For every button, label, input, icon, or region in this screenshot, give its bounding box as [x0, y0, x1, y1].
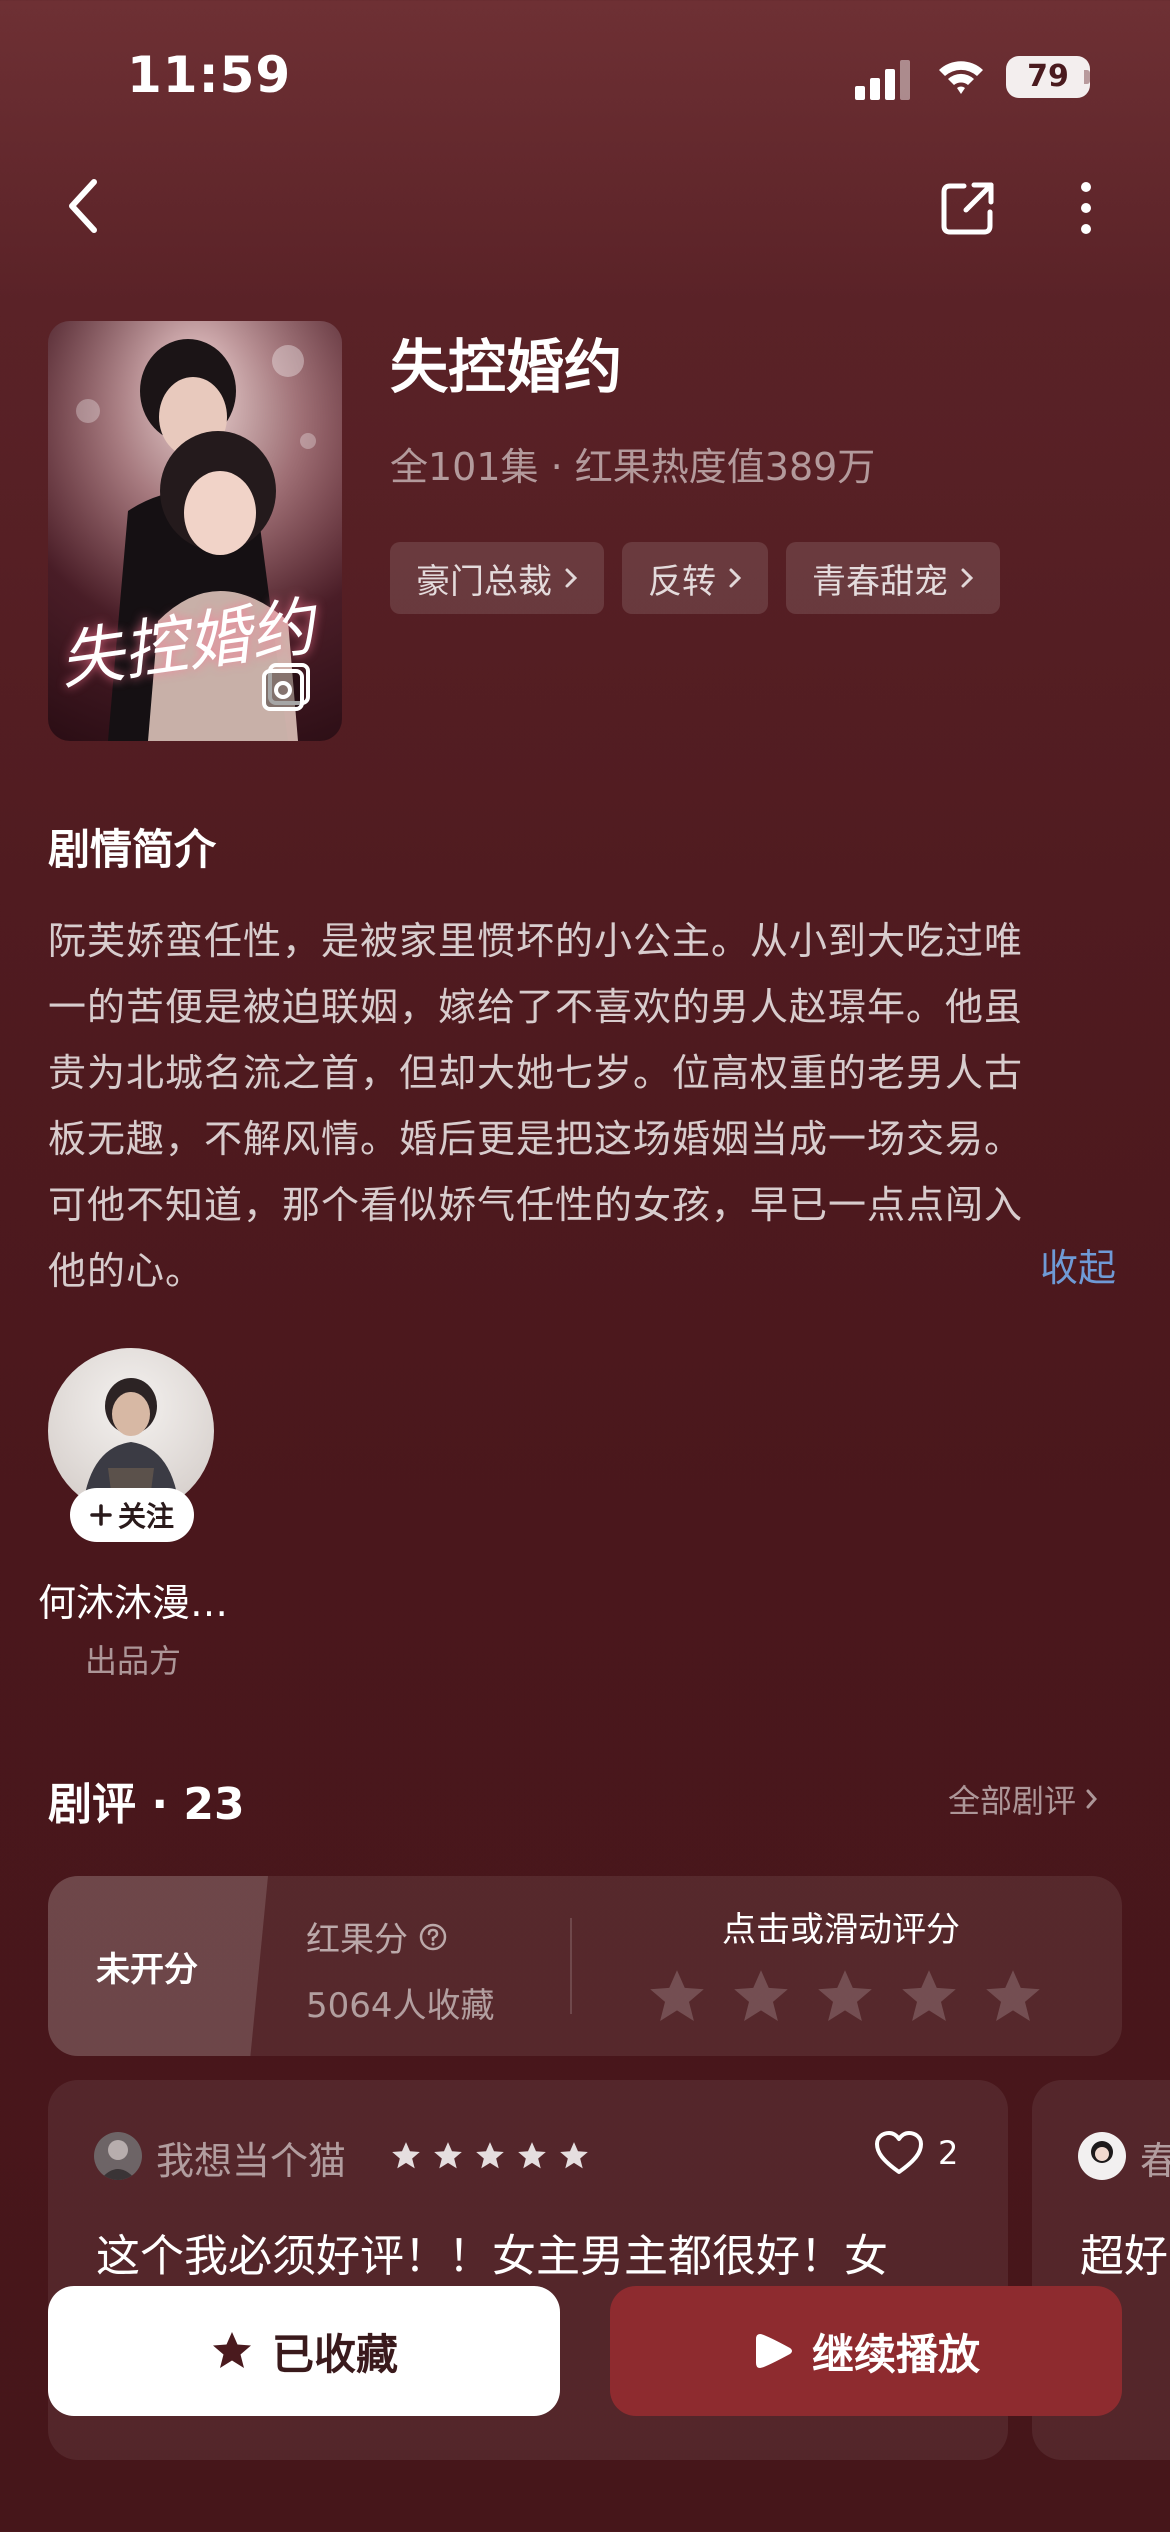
more-options-button[interactable]	[1064, 176, 1108, 240]
reviewer-avatar	[1078, 2132, 1126, 2180]
tag-label: 豪门总裁	[416, 561, 552, 602]
all-reviews-label: 全部剧评	[948, 1782, 1077, 1820]
rating-stars-input[interactable]	[646, 1966, 1044, 2028]
battery-indicator: 79	[1006, 56, 1090, 98]
tag-chip[interactable]: 青春甜宠	[786, 542, 1000, 614]
reviewer-avatar-image	[100, 2140, 136, 2180]
review-stars	[390, 2140, 590, 2172]
chevron-right-icon	[1086, 1789, 1098, 1809]
collapse-synopsis-link[interactable]: 收起	[1040, 1237, 1116, 1292]
chevron-right-icon	[565, 568, 578, 588]
wifi-icon	[939, 61, 983, 94]
continue-play-button[interactable]: 继续播放	[610, 2286, 1122, 2416]
genre-tags: 豪门总裁 反转 青春甜宠	[390, 542, 1000, 614]
favorited-label: 已收藏	[271, 2329, 398, 2379]
all-reviews-link[interactable]: 全部剧评	[948, 1776, 1098, 1822]
chevron-right-icon	[961, 568, 974, 588]
rating-star-icon[interactable]	[982, 1966, 1044, 2028]
synopsis-line: 可他不知道，那个看似娇气任性的女孩，早已一点点闯入	[48, 1183, 1024, 1227]
tag-label: 青春甜宠	[812, 561, 948, 602]
synopsis-line: 阮芙娇蛮任性，是被家里惯坏的小公主。从小到大吃过唯	[48, 919, 1024, 963]
tag-chip[interactable]: 豪门总裁	[390, 542, 604, 614]
favorite-count: 5064人收藏	[306, 1986, 495, 2026]
review-star-icon	[392, 2142, 420, 2169]
score-label: 红果分	[306, 1912, 448, 1961]
review-star-icon	[476, 2142, 504, 2169]
producer-name[interactable]: 何沐沐漫…	[26, 1572, 240, 1627]
plus-icon	[90, 1504, 112, 1526]
battery-tip	[1084, 70, 1090, 84]
review-star-icon	[518, 2142, 546, 2169]
reviewer-avatar-image	[1091, 2141, 1113, 2163]
review-star-icon	[560, 2142, 588, 2169]
review-star-icon	[434, 2142, 462, 2169]
follow-button[interactable]: 关注	[70, 1488, 194, 1542]
more-vertical-icon	[1081, 182, 1091, 234]
review-text: 这个我必须好评！！女主男主都很好！女	[96, 2231, 888, 2282]
divider	[570, 1918, 572, 2014]
score-label-text: 红果分	[306, 1920, 408, 1960]
rating-star-icon[interactable]	[646, 1966, 708, 2028]
synopsis-line: 一的苦便是被迫联姻，嫁给了不喜欢的男人赵璟年。他虽	[48, 985, 1024, 1029]
like-count: 2	[938, 2134, 959, 2172]
favorited-button[interactable]: 已收藏	[48, 2286, 560, 2416]
synopsis-text: 阮芙娇蛮任性，是被家里惯坏的小公主。从小到大吃过唯 一的苦便是被迫联姻，嫁给了不…	[48, 908, 1122, 1304]
continue-play-label: 继续播放	[811, 2329, 980, 2379]
image-gallery-icon	[262, 663, 310, 711]
help-icon[interactable]	[418, 1922, 448, 1952]
drama-title: 失控婚约	[390, 333, 623, 401]
cellular-signal-icon	[855, 60, 910, 100]
reviewer-name: 我想当个猫	[156, 2139, 347, 2183]
chevron-left-icon	[69, 179, 97, 233]
rating-star-icon[interactable]	[814, 1966, 876, 2028]
review-text: 超好	[1080, 2231, 1168, 2282]
synopsis-line: 贵为北城名流之首，但却大她七岁。位高权重的老男人古	[48, 1051, 1024, 1095]
unrated-badge: 未开分	[48, 1876, 268, 2056]
reviews-heading: 剧评 · 23	[48, 1779, 245, 1830]
rate-hint: 点击或滑动评分	[722, 1910, 960, 1950]
share-button[interactable]	[936, 176, 1000, 240]
chevron-right-icon	[729, 568, 742, 588]
rating-card: 未开分 红果分 5064人收藏 点击或滑动评分	[48, 1876, 1122, 2056]
synopsis-line: 他的心。	[48, 1249, 205, 1293]
synopsis-line: 板无趣，不解风情。婚后更是把这场婚姻当成一场交易。	[48, 1117, 1024, 1161]
reviewer-name: 春	[1140, 2139, 1170, 2183]
drama-meta: 全101集 · 红果热度值389万	[390, 445, 876, 489]
rating-star-icon[interactable]	[730, 1966, 792, 2028]
heart-icon	[875, 2131, 923, 2174]
reviewer-avatar	[94, 2132, 142, 2180]
status-time: 11:59	[127, 46, 292, 104]
like-button[interactable]: 2	[874, 2130, 958, 2176]
back-button[interactable]	[54, 176, 114, 236]
star-icon	[212, 2332, 251, 2368]
play-icon	[755, 2334, 792, 2368]
follow-label: 关注	[117, 1500, 174, 1533]
share-icon	[941, 182, 994, 235]
synopsis-heading: 剧情简介	[48, 825, 217, 874]
drama-cover-image[interactable]: 失控婚约	[48, 321, 342, 741]
producer-role: 出品方	[84, 1642, 181, 1680]
rating-star-icon[interactable]	[898, 1966, 960, 2028]
tag-label: 反转	[648, 561, 716, 602]
tag-chip[interactable]: 反转	[622, 542, 768, 614]
